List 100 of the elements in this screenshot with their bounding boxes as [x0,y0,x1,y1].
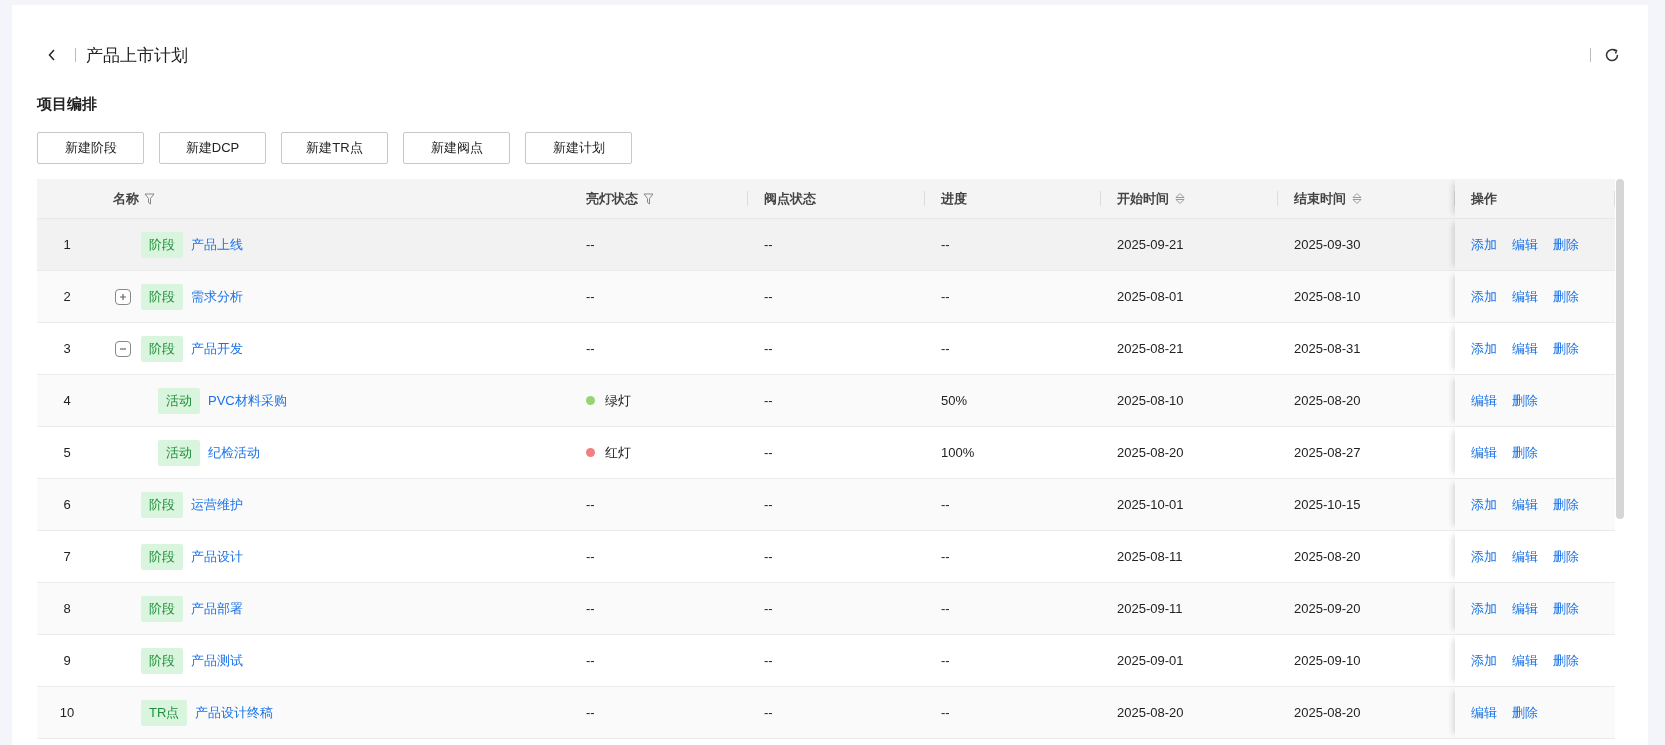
item-name-link[interactable]: 产品部署 [191,599,243,618]
row-number: 3 [63,341,71,356]
action-link[interactable]: 编辑 [1512,339,1538,358]
table-cell: 2025-09-30 [1294,237,1361,252]
column-header: 进度 [941,189,967,208]
item-name-link[interactable]: 运营维护 [191,495,243,514]
sort-icon[interactable] [1352,192,1362,205]
table-row[interactable]: 3 阶段 产品开发 -- -- -- 2025-08-21 2025-08-31 添加 编辑 删除 [37,323,1615,375]
action-link[interactable]: 添加 [1471,339,1497,358]
create-button[interactable]: 新建计划 [525,132,632,164]
action-link[interactable]: 删除 [1553,495,1579,514]
action-link[interactable]: 删除 [1553,651,1579,670]
table-cell: -- [586,341,595,356]
light-status: 绿灯 [605,391,631,410]
table-cell: -- [941,601,950,616]
action-link[interactable]: 添加 [1471,651,1497,670]
table-cell: -- [941,497,950,512]
table-row[interactable]: 9 阶段 产品测试 -- -- -- 2025-09-01 2025-09-10 添加 编辑 删除 [37,635,1615,687]
item-name-link[interactable]: 产品上线 [191,235,243,254]
filter-icon[interactable] [643,192,654,205]
type-tag: 活动 [158,387,200,414]
action-link[interactable]: 编辑 [1471,443,1497,462]
table-cell: -- [586,601,595,616]
table-row[interactable]: 6 阶段 运营维护 -- -- -- 2025-10-01 2025-10-15 添加 编辑 删除 [37,479,1615,531]
row-number: 2 [63,289,71,304]
type-tag: 阶段 [141,283,183,310]
action-link[interactable]: 删除 [1553,339,1579,358]
expand-button[interactable] [115,288,131,305]
action-link[interactable]: 编辑 [1512,495,1538,514]
table-cell: -- [586,497,595,512]
scrollbar-thumb[interactable] [1616,179,1624,519]
table-row[interactable]: 7 阶段 产品设计 -- -- -- 2025-08-11 2025-08-20 添加 编辑 删除 [37,531,1615,583]
item-name-link[interactable]: 纪检活动 [208,443,260,462]
action-link[interactable]: 编辑 [1512,287,1538,306]
table-row[interactable]: 8 阶段 产品部署 -- -- -- 2025-09-11 2025-09-20 添加 编辑 删除 [37,583,1615,635]
action-link[interactable]: 删除 [1553,235,1579,254]
row-number: 4 [63,393,71,408]
action-link[interactable]: 添加 [1471,547,1497,566]
table-cell: -- [764,497,773,512]
column-header: 操作 [1471,189,1497,208]
table-row[interactable]: 1 阶段 产品上线 -- -- -- 2025-09-21 2025-09-30 添加 编辑 删除 [37,219,1615,271]
create-button[interactable]: 新建DCP [159,132,266,164]
action-link[interactable]: 编辑 [1471,391,1497,410]
sort-icon[interactable] [1175,192,1185,205]
action-link[interactable]: 删除 [1553,599,1579,618]
create-button[interactable]: 新建阶段 [37,132,144,164]
type-tag: 阶段 [141,647,183,674]
row-number: 10 [59,705,75,720]
action-link[interactable]: 删除 [1553,547,1579,566]
table-cell: -- [586,289,595,304]
table-row[interactable]: 5 活动 纪检活动 红灯 -- 100% 2025-08-20 2025-08-27 编辑 删除 [37,427,1615,479]
item-name-link[interactable]: 产品设计终稿 [195,703,274,722]
type-tag: 阶段 [141,231,183,258]
filter-icon[interactable] [144,192,155,205]
action-link[interactable]: 添加 [1471,495,1497,514]
action-link[interactable]: 编辑 [1471,703,1497,722]
action-link[interactable]: 添加 [1471,599,1497,618]
table-row[interactable]: 4 活动 PVC材料采购 绿灯 -- 50% 2025-08-10 2025-08-20 编辑 删除 [37,375,1615,427]
column-header: 开始时间 [1117,189,1169,208]
create-button[interactable]: 新建TR点 [281,132,388,164]
table-cell: -- [941,705,950,720]
table-row[interactable]: 2 阶段 需求分析 -- -- -- 2025-08-01 2025-08-10 添加 编辑 删除 [37,271,1615,323]
table-cell: 50% [941,393,968,408]
table-cell: -- [764,341,773,356]
table-cell: 2025-10-15 [1294,497,1361,512]
table-cell: -- [764,289,773,304]
table-cell: -- [586,653,595,668]
table-cell: 2025-08-20 [1117,445,1184,460]
table-cell: 2025-08-31 [1294,341,1361,356]
table-cell: -- [586,549,595,564]
action-link[interactable]: 删除 [1553,287,1579,306]
action-link[interactable]: 编辑 [1512,235,1538,254]
item-name-link[interactable]: 需求分析 [191,287,243,306]
create-button[interactable]: 新建阀点 [403,132,510,164]
table-cell: -- [764,705,773,720]
table-cell: 2025-08-20 [1294,393,1361,408]
action-link[interactable]: 删除 [1512,391,1538,410]
item-name-link[interactable]: 产品测试 [191,651,243,670]
table-cell: 2025-08-20 [1294,705,1361,720]
action-link[interactable]: 编辑 [1512,651,1538,670]
action-link[interactable]: 添加 [1471,287,1497,306]
table-cell: -- [941,341,950,356]
item-name-link[interactable]: PVC材料采购 [208,391,287,410]
column-header: 名称 [113,189,139,208]
chevron-left-icon [48,49,56,61]
action-link[interactable]: 删除 [1512,703,1538,722]
table-cell: -- [764,653,773,668]
action-link[interactable]: 编辑 [1512,547,1538,566]
collapse-button[interactable] [115,340,131,357]
table-cell: 2025-08-21 [1117,341,1184,356]
action-link[interactable]: 编辑 [1512,599,1538,618]
item-name-link[interactable]: 产品设计 [191,547,243,566]
table-cell: -- [764,445,773,460]
table-row[interactable]: 10 TR点 产品设计终稿 -- -- -- 2025-08-20 2025-08-20 编辑 删除 [37,687,1615,739]
action-link[interactable]: 添加 [1471,235,1497,254]
table-cell: 2025-09-11 [1117,601,1183,616]
action-link[interactable]: 删除 [1512,443,1538,462]
table-cell: 2025-10-01 [1117,497,1184,512]
item-name-link[interactable]: 产品开发 [191,339,243,358]
column-header: 结束时间 [1294,189,1346,208]
